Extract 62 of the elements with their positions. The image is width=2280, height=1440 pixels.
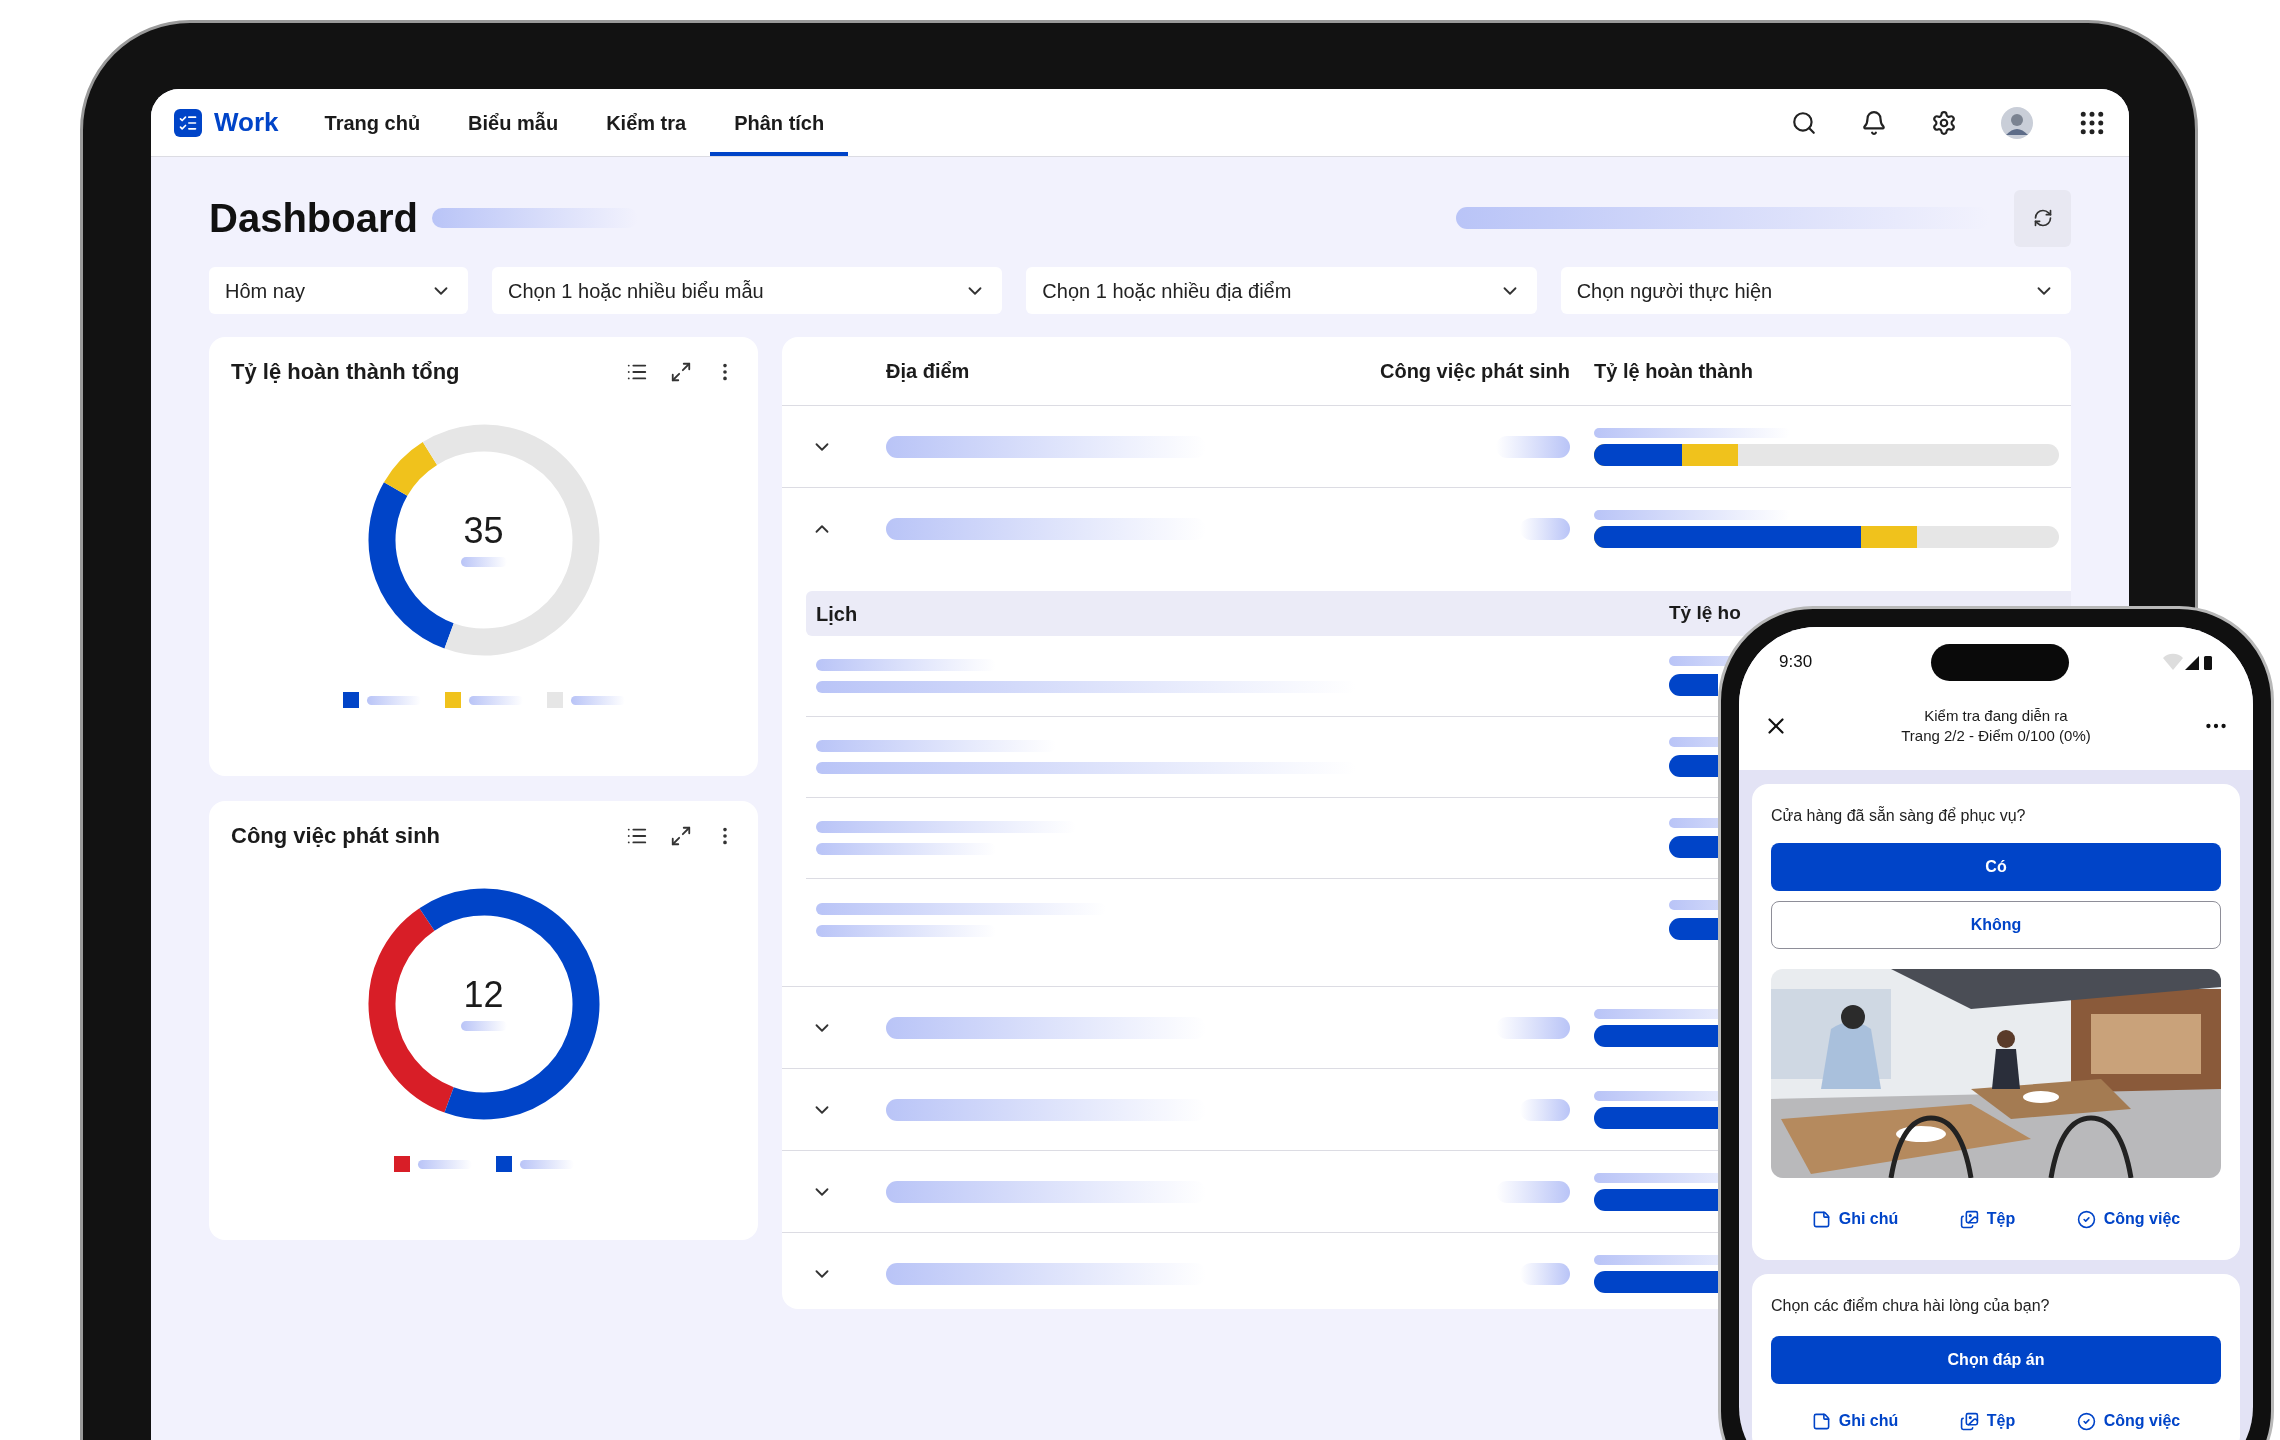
nav-tab[interactable]: Biểu mẫu xyxy=(444,89,583,156)
skeleton-bar xyxy=(366,695,421,705)
filter-dropdown[interactable]: Chọn 1 hoặc nhiều biểu mẫu xyxy=(492,267,1003,314)
filter-dropdown[interactable]: Hôm nay xyxy=(209,267,468,314)
page-title: Dashboard xyxy=(209,195,418,242)
nav-tab[interactable]: Phân tích xyxy=(710,89,849,156)
skeleton-bar xyxy=(519,1159,574,1169)
bar-segment xyxy=(1669,755,1718,777)
skeleton-bar xyxy=(468,695,523,705)
settings-icon[interactable] xyxy=(1931,109,1957,136)
skeleton-bar xyxy=(1520,517,1570,540)
choose-answer-button[interactable]: Chọn đáp án xyxy=(1771,1336,2221,1384)
skeleton-bar xyxy=(460,557,507,567)
column-header: Tỷ lệ hoàn thành xyxy=(1594,359,1754,384)
action-button[interactable]: Ghi chú xyxy=(1811,1208,1899,1230)
column-header: Tỷ lệ ho xyxy=(1669,601,1741,626)
refresh-icon xyxy=(2032,208,2053,228)
total-value: 12 xyxy=(463,977,504,1013)
search-icon[interactable] xyxy=(1791,109,1817,136)
screen-title: Kiểm tra đang diễn ra xyxy=(1924,705,2068,726)
status-time: 9:30 xyxy=(1779,651,1814,674)
action-button[interactable]: Ghi chú xyxy=(1811,1410,1899,1432)
action-button[interactable]: Công việc xyxy=(2076,1410,2181,1432)
skeleton-bar xyxy=(570,695,625,705)
bar-segment xyxy=(1669,917,1718,940)
notification-icon[interactable] xyxy=(1861,109,1887,136)
app-logo: Work xyxy=(214,106,279,139)
card-title: Tỷ lệ hoàn thành tổng xyxy=(231,358,460,386)
expand-icon[interactable] xyxy=(670,824,692,847)
skeleton-bar xyxy=(1520,1262,1570,1285)
action-button[interactable]: Tệp xyxy=(1959,1410,2016,1432)
question-text: Chọn các điểm chưa hài lòng của bạn? xyxy=(1771,1296,2051,1316)
skeleton-bar xyxy=(460,1021,507,1031)
status-icons xyxy=(2161,652,2213,672)
note-icon xyxy=(1811,1209,1831,1229)
filter-dropdown[interactable]: Chọn người thực hiện xyxy=(1560,267,2071,314)
filter-dropdown[interactable]: Chọn 1 hoặc nhiều địa điểm xyxy=(1026,267,1537,314)
card-title: Công việc phát sinh xyxy=(231,822,441,850)
note-icon xyxy=(1811,1411,1831,1431)
column-header: Công việc phát sinh xyxy=(1379,359,1570,384)
avatar-icon[interactable] xyxy=(2001,106,2033,139)
answer-option[interactable]: Có xyxy=(1771,843,2221,891)
total-value: 35 xyxy=(463,513,504,549)
skeleton-bar xyxy=(417,1159,472,1169)
refresh-button[interactable] xyxy=(2014,189,2071,247)
nav-tab[interactable]: Trang chủ xyxy=(300,89,445,156)
skeleton-bar xyxy=(1520,1098,1570,1121)
answer-option[interactable]: Không xyxy=(1771,901,2221,949)
check-circle-icon xyxy=(2076,1411,2096,1431)
images-icon xyxy=(1959,1411,1979,1431)
column-header: Lịch xyxy=(816,601,859,627)
expand-icon[interactable] xyxy=(670,360,692,383)
bar-segment xyxy=(1669,836,1718,858)
action-button[interactable]: Tệp xyxy=(1959,1208,2016,1230)
bar-segment xyxy=(1669,674,1718,696)
images-icon xyxy=(1959,1209,1979,1229)
check-circle-icon xyxy=(2076,1209,2096,1229)
nav-tab[interactable]: Kiểm tra xyxy=(582,89,711,156)
action-button[interactable]: Công việc xyxy=(2076,1208,2181,1230)
column-header: Địa điểm xyxy=(886,359,971,384)
question-text: Cửa hàng đã sẵn sàng để phục vụ? xyxy=(1771,806,2027,826)
screen-subtitle: Trang 2/2 - Điểm 0/100 (0%) xyxy=(1901,725,2091,746)
